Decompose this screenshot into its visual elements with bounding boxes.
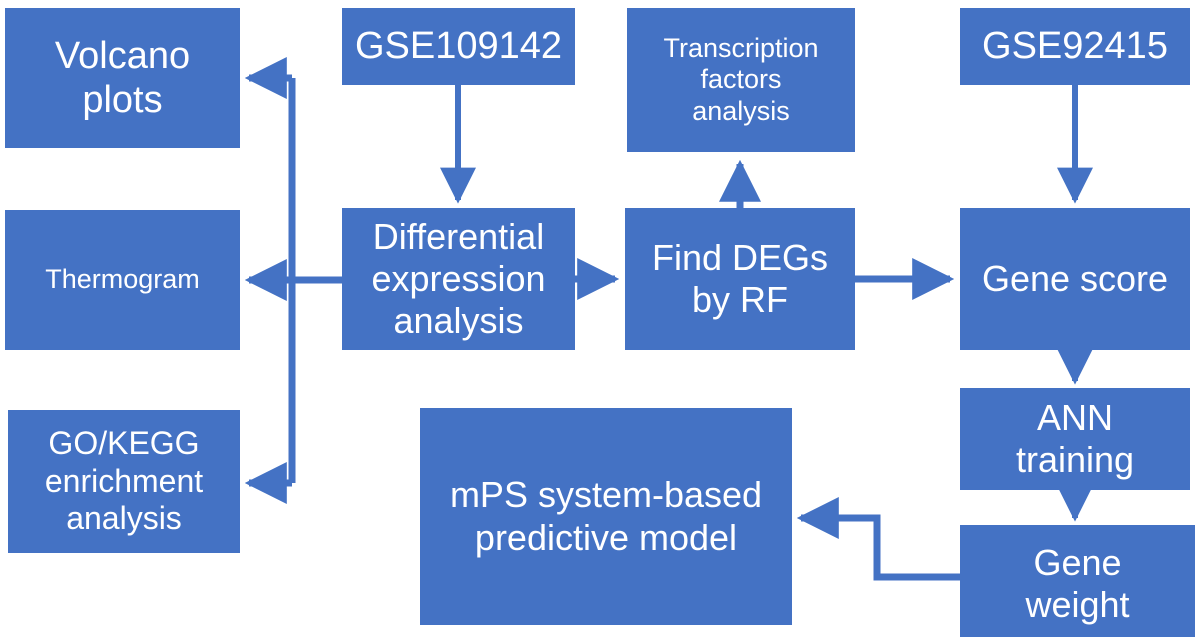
node-find-degs-by-rf[interactable]: Find DEGs by RF	[625, 208, 855, 350]
edge-gene-weight-to-mps-model	[796, 497, 960, 581]
node-volcano-plots[interactable]: Volcano plots	[5, 8, 240, 148]
node-ann-training[interactable]: ANN training	[960, 388, 1190, 490]
flowchart-canvas: Volcano plots GSE109142 Transcription fa…	[0, 0, 1200, 637]
node-differential-expression-analysis[interactable]: Differential expression analysis	[342, 208, 575, 350]
node-thermogram[interactable]: Thermogram	[5, 210, 240, 350]
node-transcription-factors-analysis[interactable]: Transcription factors analysis	[627, 8, 855, 152]
node-gse109142[interactable]: GSE109142	[342, 8, 575, 85]
node-gene-score[interactable]: Gene score	[960, 208, 1190, 350]
node-mps-system-based-predictive-model[interactable]: mPS system-based predictive model	[420, 408, 792, 625]
node-gene-weight[interactable]: Gene weight	[960, 525, 1195, 637]
node-gse92415[interactable]: GSE92415	[960, 8, 1190, 85]
node-go-kegg-enrichment-analysis[interactable]: GO/KEGG enrichment analysis	[8, 410, 240, 553]
